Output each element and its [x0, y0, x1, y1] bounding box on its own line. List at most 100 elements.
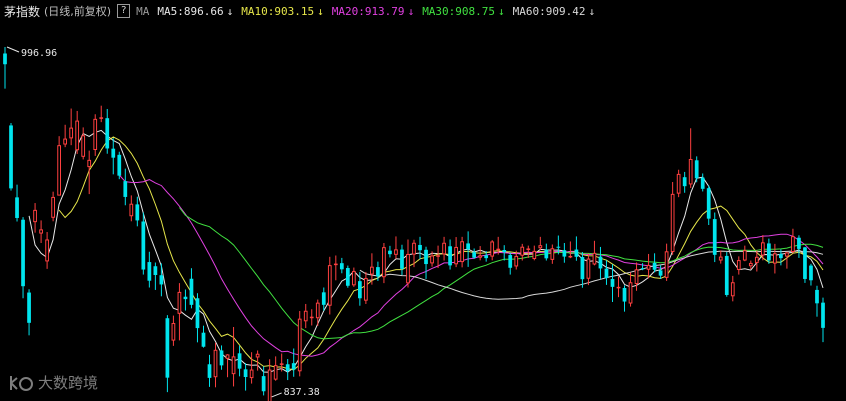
ma60-value: MA60:909.42 ↓ — [512, 4, 596, 18]
candle-body — [382, 247, 386, 278]
candle-body — [448, 246, 452, 266]
candle-body — [177, 291, 182, 314]
candle-body — [442, 242, 446, 255]
candlestick-chart[interactable]: 996.96 837.38 — [0, 22, 846, 401]
candle-body — [436, 255, 440, 257]
candle-body — [291, 363, 296, 370]
candle-body — [171, 323, 176, 341]
candle-body — [658, 270, 663, 276]
candle-body — [303, 310, 308, 322]
candle-body — [364, 278, 368, 301]
candle-body — [195, 298, 200, 329]
candle-body — [568, 255, 573, 258]
candle-body — [327, 265, 332, 306]
ma-label[interactable]: MA — [136, 5, 149, 18]
candle-body — [406, 253, 410, 284]
candle-body — [99, 117, 104, 119]
candle-body — [207, 364, 212, 378]
candle-body — [574, 249, 579, 257]
candle-body — [333, 263, 338, 266]
candle-body — [706, 188, 711, 219]
candle-body — [297, 318, 302, 372]
candle-body — [39, 229, 43, 234]
candle-body — [736, 260, 741, 270]
candle-body — [676, 173, 681, 194]
candle-body — [797, 237, 801, 249]
candle-body — [93, 118, 98, 150]
ma20-line — [118, 174, 824, 357]
ma20-value: MA20:913.79 ↓ — [331, 4, 415, 18]
candle-body — [466, 243, 470, 250]
candle-body — [3, 53, 7, 65]
low-pointer — [271, 392, 282, 398]
candle-body — [339, 263, 344, 270]
candle-body — [496, 248, 501, 251]
candle-body — [472, 252, 477, 258]
candle-body — [255, 353, 260, 358]
candle-body — [508, 255, 513, 268]
candle-body — [821, 302, 825, 328]
candle-body — [700, 177, 705, 189]
candle-body — [580, 257, 585, 280]
candle-body — [231, 356, 236, 375]
candle-body — [809, 265, 813, 281]
candle-body — [75, 120, 80, 151]
candle-body — [520, 246, 525, 256]
candle-body — [598, 256, 603, 269]
candle-body — [562, 250, 567, 257]
candle-body — [730, 282, 735, 297]
candle-body — [159, 275, 164, 285]
candle-body — [754, 256, 759, 263]
candle-body — [21, 219, 25, 287]
candle-body — [712, 219, 717, 255]
candle-body — [791, 236, 795, 252]
ma10-value: MA10:903.15 ↓ — [241, 4, 324, 18]
candle-body — [105, 118, 110, 149]
candle-body — [610, 278, 615, 287]
candle-body — [165, 318, 170, 378]
candle-body — [430, 255, 434, 264]
candle-body — [273, 365, 278, 380]
candle-body — [33, 209, 37, 223]
candle-body — [418, 244, 422, 251]
candle-body — [237, 353, 242, 369]
candle-body — [400, 249, 404, 269]
candle-body — [57, 145, 61, 196]
candle-body — [219, 350, 224, 366]
candle-body — [556, 246, 561, 248]
candle-body — [803, 247, 807, 279]
low-label: 837.38 — [284, 387, 320, 398]
candle-body — [69, 127, 74, 139]
candle-body — [815, 289, 819, 304]
candle-body — [718, 256, 723, 261]
candle-body — [183, 296, 188, 300]
candle-body — [45, 239, 49, 262]
candle-body — [111, 148, 116, 158]
candle-body — [225, 354, 230, 359]
candle-body — [484, 255, 489, 259]
logo-icon — [10, 375, 33, 391]
candle-body — [267, 369, 272, 401]
candle-body — [514, 255, 519, 267]
candle-body — [394, 249, 398, 255]
candle-body — [117, 154, 122, 176]
candle-body — [27, 292, 31, 323]
candle-body — [646, 264, 651, 270]
candle-body — [785, 252, 789, 257]
candle-body — [779, 253, 783, 259]
candle-body — [376, 267, 380, 277]
candle-body — [51, 196, 55, 218]
chart-header: 茅指数 (日线,前复权) ? MA MA5:896.66 ↓ MA10:903.1… — [0, 0, 846, 22]
candle-body — [412, 242, 416, 255]
candle-body — [544, 249, 549, 259]
candle-body — [129, 203, 134, 217]
help-icon[interactable]: ? — [117, 4, 131, 18]
candle-body — [604, 268, 609, 279]
candle-body — [760, 242, 765, 256]
candle-body — [652, 262, 657, 270]
candle-body — [15, 197, 19, 218]
candle-body — [153, 266, 158, 276]
candle-body — [454, 246, 458, 265]
candle-body — [634, 269, 639, 285]
candle-body — [201, 332, 206, 347]
